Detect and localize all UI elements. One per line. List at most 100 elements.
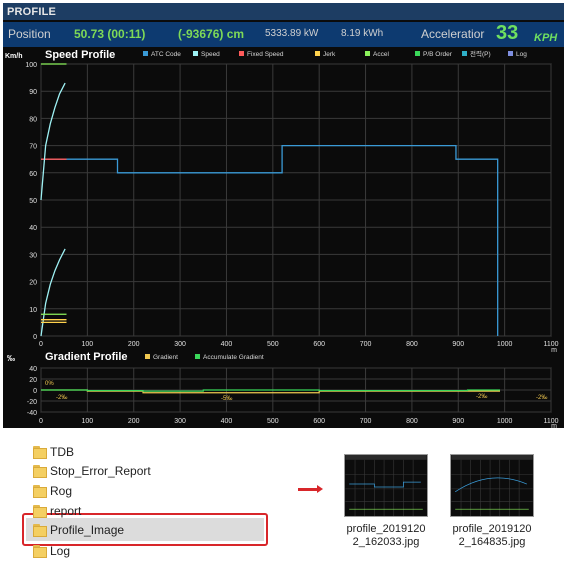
x-tick-label: 600 [313, 418, 325, 425]
file-name-2[interactable]: profile_2019120 2_164835.jpg [442, 523, 542, 549]
accel-label: Acceleratior [421, 27, 485, 41]
y-tick-label: 40 [29, 366, 37, 373]
legend-label: P/B Order [423, 51, 453, 58]
legend-label: Jerk [323, 51, 336, 58]
y-tick-label: 100 [25, 62, 37, 69]
speed-grid [40, 63, 552, 337]
position-value: 50.73 (00:11) [74, 27, 146, 41]
speed-legend: ATC Code Speed Fixed Speed Jerk Accel P/B Ord… [143, 49, 527, 58]
folder-item-report[interactable]: report [50, 504, 81, 518]
y-tick-label: 80 [29, 116, 37, 123]
profile-window: PROFILE Position 50.73 (00:11) (-93676) … [3, 3, 564, 428]
x-tick-label: 0 [39, 418, 43, 425]
legend-label: Log [516, 51, 527, 58]
x-tick-label: 600 [313, 341, 325, 348]
legend-swatch [365, 51, 370, 56]
legend-swatch [508, 51, 513, 56]
folder-icon[interactable] [33, 505, 47, 519]
accel-unit: KPH [534, 32, 558, 44]
legend-label: Accumulate Gradient [203, 354, 264, 361]
x-tick-label: 500 [267, 341, 279, 348]
y-tick-label: 40 [29, 225, 37, 232]
x-tick-label: 0 [39, 341, 43, 348]
gradient-panel-title: Gradient Profile [45, 351, 128, 363]
thumbnail-image-2 [451, 455, 533, 516]
gradient-y-unit: ‰ [7, 354, 15, 363]
x-tick-label: 1000 [497, 341, 513, 348]
y-tick-label: 0 [33, 334, 37, 341]
x-tick-label: 200 [128, 341, 140, 348]
x-tick-label: 300 [174, 418, 186, 425]
gradient-annotation: -2‰ [476, 394, 487, 400]
gradient-annotation: -2‰ [56, 395, 67, 401]
series-line [40, 82, 66, 201]
accel-value: 33 [496, 22, 519, 44]
y-tick-label: 10 [29, 307, 37, 314]
x-tick-label: 800 [406, 341, 418, 348]
speed-y-unit: Km/h [5, 53, 23, 60]
speed-profile-chart: Km/h Speed Profile ATC Code Speed Fixed Sp… [5, 49, 559, 352]
y-tick-label: 50 [29, 198, 37, 205]
window-title: PROFILE [3, 3, 564, 20]
legend-label: Accel [373, 51, 389, 58]
x-unit-label: m [551, 423, 557, 428]
folder-icon[interactable] [33, 524, 47, 538]
gradient-annotation: -2‰ [536, 395, 547, 401]
file-thumbnail[interactable] [450, 454, 534, 517]
x-tick-label: 700 [360, 418, 372, 425]
legend-label: Gradient [153, 354, 178, 361]
arrow-icon [317, 485, 323, 493]
file-thumbnail[interactable] [344, 454, 428, 517]
gradient-legend: Gradient Accumulate Gradient [145, 354, 264, 361]
folder-icon[interactable] [33, 446, 47, 460]
thumbnail-image-1 [345, 455, 427, 516]
series-line [41, 144, 499, 336]
legend-label: 전력(P) [470, 49, 491, 58]
legend-label: ATC Code [151, 51, 181, 58]
status-bar: Position 50.73 (00:11) (-93676) cm 5333.… [3, 22, 564, 47]
y-tick-label: 0 [33, 388, 37, 395]
series-line [41, 389, 500, 392]
folder-icon[interactable] [33, 545, 47, 559]
legend-label: Fixed Speed [247, 51, 284, 58]
folder-icon[interactable] [33, 465, 47, 479]
x-tick-label: 700 [360, 341, 372, 348]
x-tick-label: 1000 [497, 418, 513, 425]
legend-swatch [145, 354, 150, 359]
app-root: PROFILE Position 50.73 (00:11) (-93676) … [0, 0, 569, 570]
folder-item-profile-image[interactable]: Profile_Image [50, 523, 124, 537]
folder-item-log[interactable]: Log [50, 544, 70, 558]
offset-value: (-93676) cm [178, 27, 245, 41]
x-tick-label: 800 [406, 418, 418, 425]
file-name-1[interactable]: profile_2019120 2_162033.jpg [336, 523, 436, 549]
y-tick-label: 20 [29, 377, 37, 384]
power-value: 5333.89 kW [265, 28, 319, 39]
legend-swatch [415, 51, 420, 56]
x-tick-label: 100 [82, 418, 94, 425]
y-tick-label: 90 [29, 89, 37, 96]
folder-item-tdb[interactable]: TDB [50, 445, 74, 459]
legend-swatch [462, 51, 467, 56]
x-tick-label: 300 [174, 341, 186, 348]
y-tick-label: 30 [29, 252, 37, 259]
x-tick-label: 400 [221, 341, 233, 348]
y-tick-label: 70 [29, 144, 37, 151]
position-label: Position [8, 27, 51, 41]
x-tick-label: 200 [128, 418, 140, 425]
gradient-series [41, 389, 500, 394]
legend-swatch [143, 51, 148, 56]
x-tick-label: 400 [221, 418, 233, 425]
gradient-annotation: 0% [45, 381, 54, 387]
y-tick-label: -20 [27, 399, 37, 406]
speed-panel-title: Speed Profile [45, 49, 115, 61]
x-tick-label: 900 [452, 341, 464, 348]
x-tick-label: 100 [82, 341, 94, 348]
folder-item-stop-error-report[interactable]: Stop_Error_Report [50, 464, 151, 478]
gradient-annotation: -5‰ [221, 396, 232, 402]
folder-icon[interactable] [33, 485, 47, 499]
legend-swatch [195, 354, 200, 359]
folder-item-rog[interactable]: Rog [50, 484, 72, 498]
legend-swatch [315, 51, 320, 56]
legend-swatch [239, 51, 244, 56]
x-tick-label: 500 [267, 418, 279, 425]
